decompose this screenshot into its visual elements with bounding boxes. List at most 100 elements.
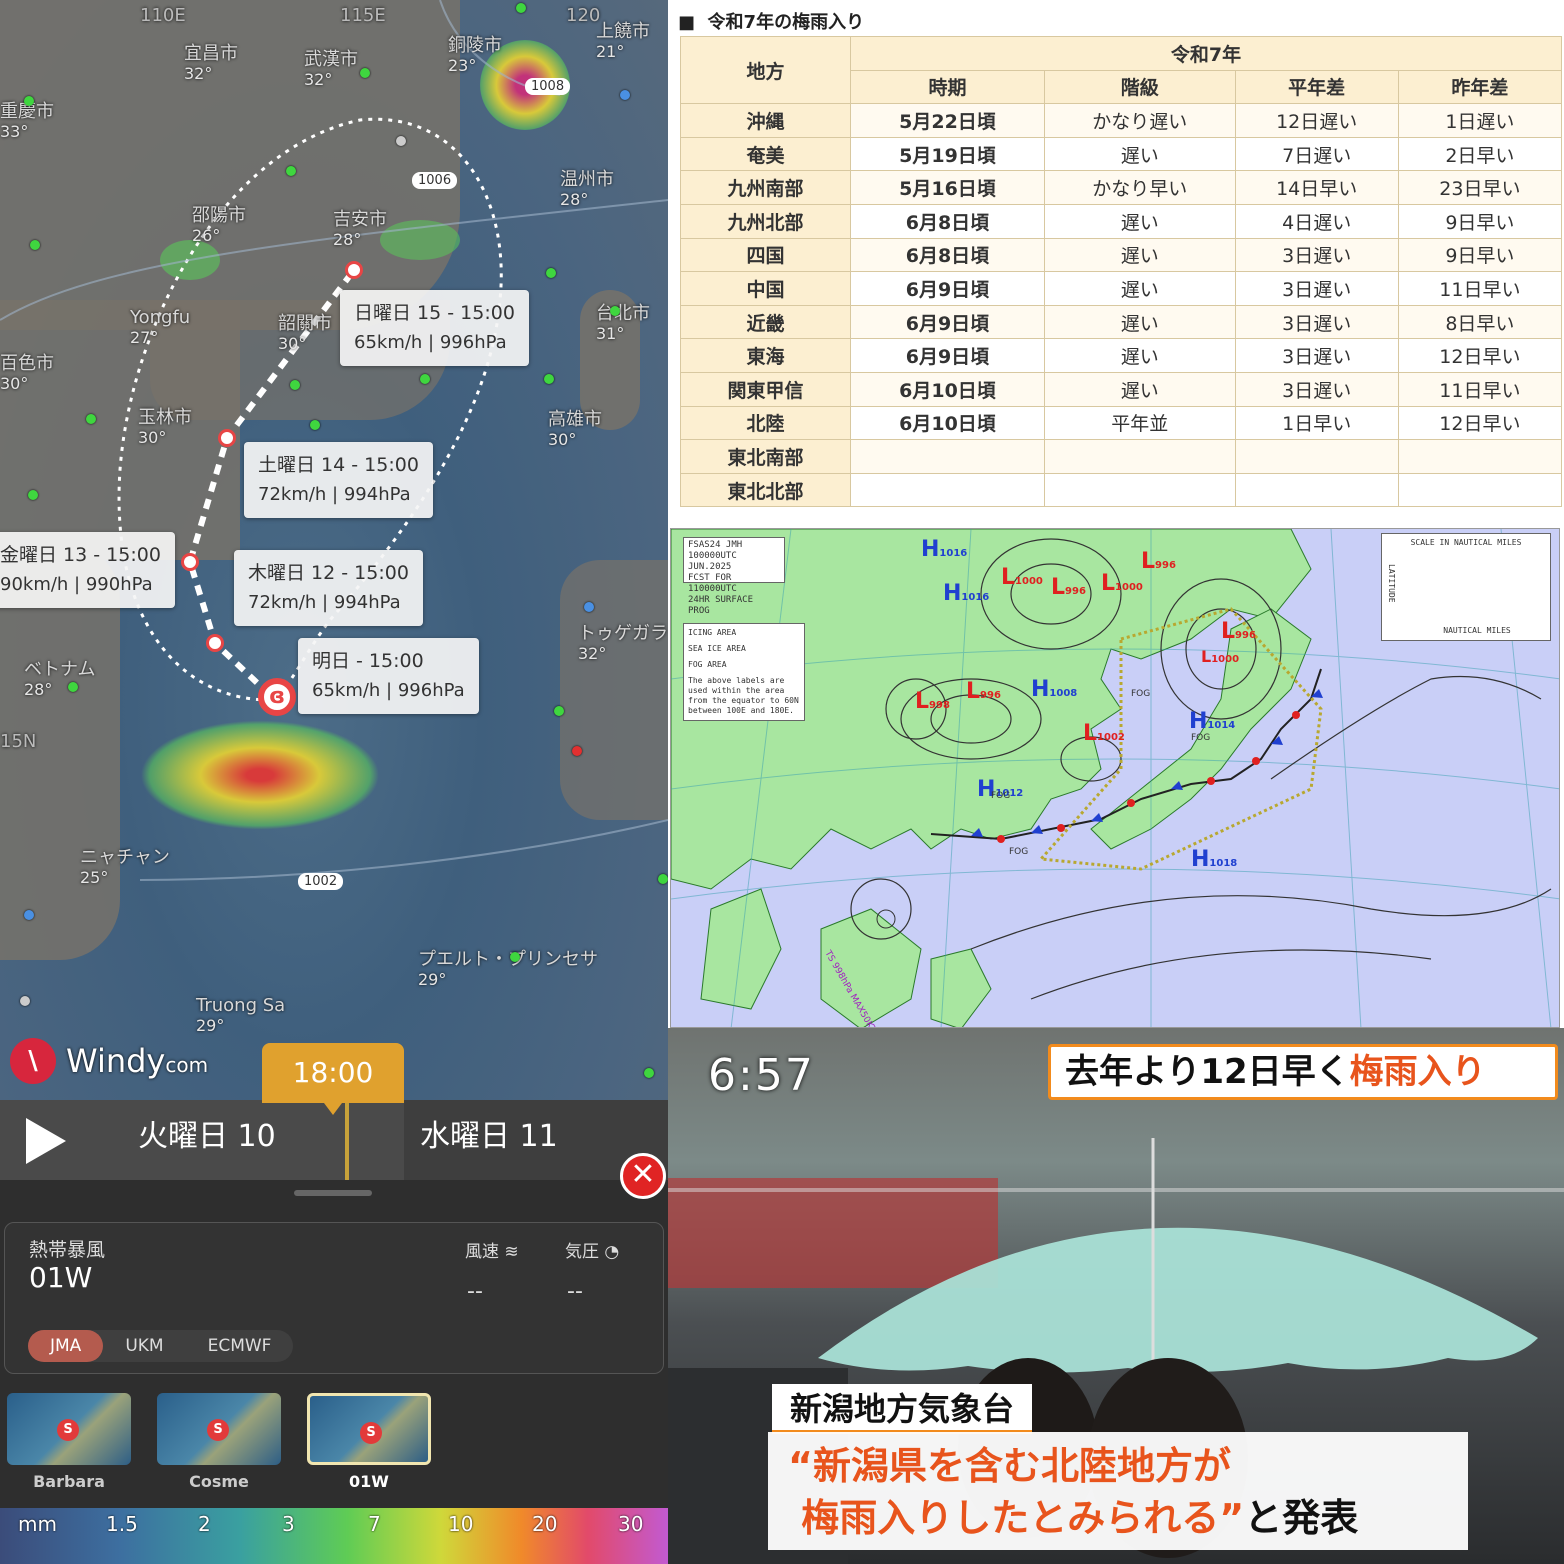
broadcast-clock: 6:57	[708, 1050, 815, 1101]
station-dot[interactable]	[396, 136, 406, 146]
timeline-cursor[interactable]	[345, 1100, 349, 1180]
play-icon[interactable]	[26, 1118, 66, 1164]
legend-tick: 7	[368, 1512, 381, 1536]
isobar-label: 1008	[525, 78, 571, 95]
forecast-popup[interactable]: 木曜日 12 - 15:00 72km/h | 994hPa	[234, 550, 423, 626]
track-point[interactable]	[181, 553, 199, 571]
forecast-popup[interactable]: 土曜日 14 - 15:00 72km/h | 994hPa	[244, 442, 433, 518]
model-tab-ukm[interactable]: UKM	[103, 1330, 185, 1362]
cell-region: 東北南部	[680, 439, 851, 474]
storm-thumbnail[interactable]: S	[157, 1393, 281, 1465]
cell-region: 奄美	[680, 136, 851, 172]
track-point[interactable]	[345, 261, 363, 279]
station-dot[interactable]	[86, 414, 96, 424]
windy-map[interactable]: ɞ 日曜日 15 - 15:00 65km/h | 996hPa 土曜日 14 …	[0, 0, 668, 1100]
sheet-drag-handle[interactable]	[294, 1190, 372, 1196]
station-dot[interactable]	[544, 374, 554, 384]
station-dot[interactable]	[24, 910, 34, 920]
cell-last: 23日早い	[1397, 170, 1563, 205]
city-label: 百色市 30°	[0, 353, 54, 394]
table-row: 九州北部 6月8日頃 遅い 4日遅い 9日早い	[680, 203, 1563, 239]
forecast-popup[interactable]: 日曜日 15 - 15:00 65km/h | 996hPa	[340, 290, 529, 366]
cell-last: 11日早い	[1397, 271, 1563, 306]
forecast-popup[interactable]: 金曜日 13 - 15:00 90km/h | 990hPa	[0, 532, 175, 608]
station-dot[interactable]	[572, 746, 582, 756]
station-dot[interactable]	[310, 420, 320, 430]
table-row: 東北南部	[680, 439, 1563, 474]
track-point[interactable]	[206, 634, 224, 652]
low-pressure-marker: L1002	[1083, 721, 1125, 746]
table-row: 中国 6月9日頃 遅い 3日遅い 11日早い	[680, 271, 1563, 306]
typhoon-icon[interactable]: ɞ	[258, 678, 296, 716]
low-pressure-marker: L1000	[1201, 647, 1240, 666]
pressure-value: --	[567, 1279, 583, 1304]
time-indicator[interactable]: 18:00	[262, 1043, 404, 1115]
cell-last	[1397, 472, 1563, 508]
model-tab-ecmwf[interactable]: ECMWF	[186, 1330, 294, 1362]
forecast-time: 日曜日 15 - 15:00	[354, 302, 515, 324]
station-dot[interactable]	[620, 90, 630, 100]
table-row: 東海 6月9日頃 遅い 3日遅い 12日早い	[680, 338, 1563, 373]
station-dot[interactable]	[516, 3, 526, 13]
station-dot[interactable]	[290, 380, 300, 390]
cell-date: 5月22日頃	[850, 103, 1045, 138]
cell-date: 5月16日頃	[850, 170, 1045, 205]
cell-region: 関東甲信	[680, 371, 851, 407]
cell-normal: 3日遅い	[1234, 271, 1399, 306]
news-headline: 去年より12日早く梅雨入り	[1048, 1044, 1558, 1100]
cell-normal: 3日遅い	[1234, 304, 1399, 340]
station-dot[interactable]	[24, 96, 34, 106]
station-dot[interactable]	[68, 682, 78, 692]
station-dot[interactable]	[20, 996, 30, 1006]
track-point[interactable]	[218, 429, 236, 447]
precip-legend	[0, 1508, 668, 1564]
cell-normal	[1234, 439, 1399, 474]
tv-news-frame: 6:57 去年より12日早く梅雨入り 新潟地方気象台 “新潟県を含む北陸地方が …	[668, 1028, 1564, 1564]
station-dot[interactable]	[584, 602, 594, 612]
cell-normal: 3日遅い	[1234, 371, 1399, 407]
forecast-detail: 72km/h | 994hPa	[248, 592, 401, 613]
station-dot[interactable]	[554, 706, 564, 716]
isobar-label: 1002	[298, 873, 344, 890]
city-label: ニャチャン 25°	[80, 847, 170, 888]
forecast-detail: 65km/h | 996hPa	[312, 680, 465, 701]
cell-date: 6月9日頃	[850, 271, 1045, 306]
station-dot[interactable]	[510, 952, 520, 962]
cell-class: 平年並	[1043, 405, 1236, 441]
storm-thumbnail[interactable]: S	[7, 1393, 131, 1465]
pressure-label: 気圧 ◔	[565, 1242, 620, 1262]
table-title: ■ 令和7年の梅雨入り	[678, 12, 865, 33]
forecast-popup[interactable]: 明日 - 15:00 65km/h | 996hPa	[298, 638, 479, 714]
station-dot[interactable]	[658, 874, 668, 884]
station-dot[interactable]	[30, 240, 40, 250]
cell-last: 12日早い	[1397, 405, 1563, 441]
timeline-day-label[interactable]: 火曜日 10	[138, 1112, 276, 1162]
station-dot[interactable]	[644, 1068, 654, 1078]
storm-thumbnail-selected[interactable]: S	[307, 1393, 431, 1465]
low-pressure-marker: L998	[915, 689, 950, 714]
cell-region: 四国	[680, 237, 851, 273]
high-pressure-marker: H1008	[1031, 677, 1078, 702]
station-dot[interactable]	[610, 306, 620, 316]
high-pressure-marker: H1018	[1191, 847, 1238, 872]
station-dot[interactable]	[420, 374, 430, 384]
city-label: Truong Sa 29°	[196, 995, 286, 1036]
cell-normal: 4日遅い	[1234, 203, 1399, 239]
low-pressure-marker: L996	[1221, 619, 1256, 644]
cell-class: 遅い	[1043, 371, 1236, 407]
timeline-day-label[interactable]: 水曜日 11	[420, 1112, 558, 1162]
fog-label: FOG	[991, 791, 1011, 801]
station-dot[interactable]	[28, 490, 38, 500]
close-icon[interactable]: ✕	[620, 1153, 666, 1199]
station-dot[interactable]	[286, 166, 296, 176]
model-tab-jma[interactable]: JMA	[28, 1330, 104, 1362]
forecast-detail: 90km/h | 990hPa	[0, 574, 153, 595]
map-scale-box: SCALE IN NAUTICAL MILES LATITUDE NAUTICA…	[1381, 533, 1551, 641]
station-dot[interactable]	[360, 68, 370, 78]
windy-logo[interactable]: \ Windycom	[10, 1038, 208, 1084]
low-pressure-marker: L996	[1141, 549, 1176, 574]
latitude-label: 15N	[0, 731, 37, 752]
station-dot[interactable]	[546, 268, 556, 278]
fog-label: FOG	[1191, 733, 1211, 743]
cell-date: 6月8日頃	[850, 203, 1045, 239]
